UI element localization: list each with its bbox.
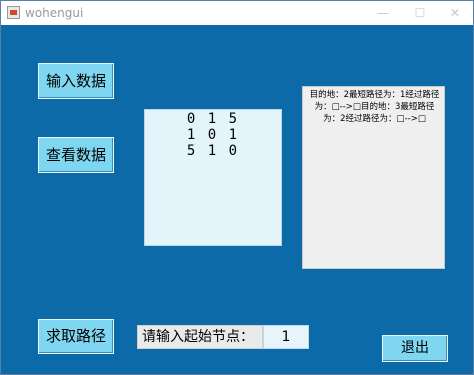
app-icon: [7, 6, 20, 19]
close-button[interactable]: ✕: [437, 1, 473, 25]
matrix-row: 0 1 5: [186, 111, 240, 127]
matrix-row: 1 0 1: [186, 127, 240, 143]
view-data-button[interactable]: 查看数据: [38, 137, 114, 173]
title-bar[interactable]: wohengui — ☐ ✕: [1, 1, 473, 25]
window-title: wohengui: [25, 6, 84, 20]
find-path-button[interactable]: 求取路径: [38, 319, 114, 354]
input-data-button[interactable]: 输入数据: [38, 63, 114, 99]
start-node-label: 请输入起始节点：: [137, 325, 263, 349]
app-window: wohengui — ☐ ✕ 输入数据 查看数据 0 1 5 1 0 1 5 1…: [0, 0, 474, 375]
exit-button[interactable]: 退出: [382, 335, 448, 362]
maximize-button[interactable]: ☐: [402, 1, 438, 25]
result-text: 目的地：2最短路径为：1经过路径为：□-->□目的地：3最短路径为：2经过路径为…: [309, 90, 440, 124]
minimize-button[interactable]: —: [365, 1, 401, 25]
matrix-display: 0 1 5 1 0 1 5 1 0: [144, 109, 282, 246]
result-display: 目的地：2最短路径为：1经过路径为：□-->□目的地：3最短路径为：2经过路径为…: [302, 86, 445, 269]
matrix-row: 5 1 0: [186, 143, 240, 159]
start-node-input[interactable]: 1: [263, 325, 309, 349]
main-panel: 输入数据 查看数据 0 1 5 1 0 1 5 1 0 目的地：2最短路径为：1…: [1, 25, 473, 374]
